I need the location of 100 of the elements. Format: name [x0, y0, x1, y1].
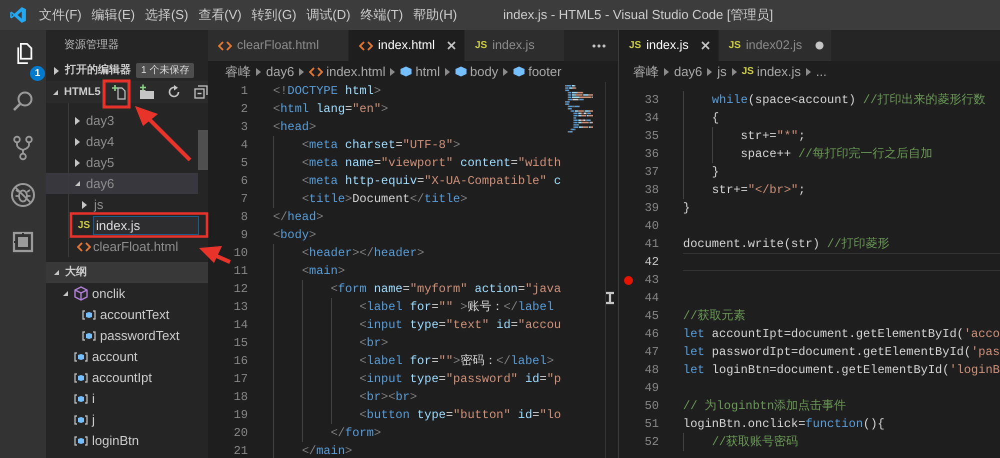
text-cursor-icon	[604, 292, 616, 304]
line-number: 9	[240, 227, 248, 244]
code-line: <main>	[302, 263, 346, 280]
tree-item[interactable]: day6	[46, 173, 198, 194]
code-line: document.write(str) //打印菱形	[683, 236, 890, 253]
section-header[interactable]: 大纲	[65, 264, 87, 281]
tab[interactable]: JS index02.js	[718, 30, 832, 61]
expand-arrow-icon[interactable]	[52, 269, 60, 276]
breadcrumb-item[interactable]: footer	[513, 62, 562, 82]
more-icon[interactable]	[592, 44, 606, 48]
outline-item[interactable]: passwordText	[46, 325, 208, 346]
outline-item[interactable]: i	[46, 388, 208, 409]
code-line: <input type="password" id="p	[359, 371, 562, 388]
code-line: loginBtn.onclick=function(){	[683, 416, 885, 433]
code-line: <input type="text" id="accou	[359, 317, 562, 334]
variable-icon	[82, 310, 96, 320]
expand-arrow-icon[interactable]	[74, 158, 80, 166]
outline-item[interactable]: account	[46, 346, 208, 367]
tree-item[interactable]: day5	[46, 152, 198, 173]
breadcrumb-item[interactable]: ...	[816, 62, 827, 82]
code-line: <br>	[359, 335, 388, 352]
breadcrumb-item[interactable]: body	[455, 62, 498, 82]
tree-item[interactable]: day3	[46, 110, 198, 131]
outline-item[interactable]: loginBtn	[46, 430, 208, 451]
new-file-icon[interactable]	[112, 84, 128, 100]
close-icon[interactable]	[701, 41, 710, 50]
window-title: index.js - HTML5 - Visual Studio Code [管理员]	[503, 6, 774, 24]
tab[interactable]: JS index.js	[619, 30, 718, 61]
tab[interactable]: clearFloat.html	[208, 30, 348, 61]
code-line: str+="</br>";	[712, 182, 806, 199]
expand-arrow-icon[interactable]	[74, 180, 80, 187]
expand-arrow-icon[interactable]	[74, 116, 80, 124]
line-number: 33	[644, 92, 659, 109]
menu-item[interactable]: 查看(V)	[194, 5, 246, 25]
close-icon[interactable]	[447, 41, 456, 50]
expand-arrow-icon[interactable]	[54, 66, 58, 74]
breadcrumb-item[interactable]: js	[717, 62, 727, 82]
collapse-all-icon[interactable]	[192, 84, 208, 100]
breadcrumb-item[interactable]: JS index.js	[742, 62, 801, 82]
menu-item[interactable]: 终端(T)	[356, 5, 408, 25]
refresh-icon[interactable]	[166, 84, 182, 100]
line-number: 38	[644, 182, 659, 199]
outline-item[interactable]: j	[46, 409, 208, 430]
breakpoint-icon[interactable]	[624, 276, 632, 284]
code-line: <button type="button" id="lo	[359, 407, 562, 424]
menu-item[interactable]: 调试(D)	[302, 5, 354, 25]
menu-item[interactable]: 转到(G)	[248, 5, 300, 25]
notification-badge: 1	[30, 66, 45, 81]
code-line: <br><br>	[359, 389, 418, 406]
input-field[interactable]: index.js	[93, 216, 199, 235]
chevron-icon	[299, 68, 304, 76]
code-line: }	[712, 164, 720, 181]
tree-item[interactable]: js	[46, 194, 198, 215]
line-number: 43	[644, 272, 659, 289]
sidebar-title: 资源管理器	[64, 38, 119, 53]
line-number: 13	[234, 299, 248, 316]
line-number: 35	[644, 128, 659, 145]
outline-item[interactable]: onclik	[46, 283, 208, 304]
variable-icon	[74, 414, 88, 424]
menu-item[interactable]: 编辑(E)	[88, 5, 139, 25]
expand-arrow-icon[interactable]	[74, 138, 80, 146]
breadcrumb-item[interactable]: day6	[674, 62, 702, 82]
breadcrumb-item[interactable]: day6	[266, 62, 294, 82]
bug-icon[interactable]	[10, 182, 36, 208]
section-header[interactable]: 打开的编辑器	[65, 62, 131, 79]
unsaved-count-badge: 1 个未保存	[136, 63, 194, 78]
line-number: 12	[234, 281, 248, 298]
menu-item[interactable]: 文件(F)	[35, 5, 86, 25]
breadcrumb-item[interactable]: html	[400, 62, 440, 82]
expand-arrow-icon[interactable]	[62, 290, 68, 297]
scrollbar-thumb[interactable]	[198, 130, 208, 170]
tree-item[interactable]: clearFloat.html	[46, 236, 198, 257]
code-line: let passwordIpt=document.getElementById('pas	[683, 344, 1000, 361]
breadcrumb-item[interactable]: 睿峰	[225, 62, 251, 82]
code-icon	[77, 242, 91, 252]
branch-icon[interactable]	[11, 134, 35, 160]
tab[interactable]: index.html	[348, 30, 464, 61]
outline-item[interactable]: accountIpt	[46, 367, 208, 388]
line-number: 15	[234, 335, 248, 352]
breadcrumb-item[interactable]: index.html	[309, 62, 386, 82]
tree-item[interactable]: JS index.js	[46, 215, 198, 236]
line-number: 48	[644, 362, 659, 379]
chevron-icon	[256, 68, 261, 76]
outline-item[interactable]: accountText	[46, 304, 208, 325]
line-number: 36	[644, 146, 659, 163]
breadcrumb-item[interactable]: 睿峰	[633, 62, 659, 82]
code-line: {	[712, 110, 720, 127]
new-folder-icon[interactable]	[138, 84, 155, 100]
menu-item[interactable]: 帮助(H)	[409, 5, 462, 25]
expand-arrow-icon[interactable]	[82, 200, 86, 208]
search-icon[interactable]	[11, 88, 35, 112]
extensions-icon[interactable]	[11, 230, 35, 254]
section-header[interactable]: HTML5	[64, 84, 101, 100]
variable-icon	[74, 352, 88, 362]
code-line: space++ //每打印完一行之后自加	[740, 146, 933, 163]
expand-arrow-icon[interactable]	[52, 88, 59, 96]
tree-item[interactable]: day4	[46, 131, 198, 152]
menu-item[interactable]: 选择(S)	[140, 5, 192, 25]
tab[interactable]: JS index.js	[464, 30, 564, 61]
line-number: 40	[644, 218, 659, 235]
